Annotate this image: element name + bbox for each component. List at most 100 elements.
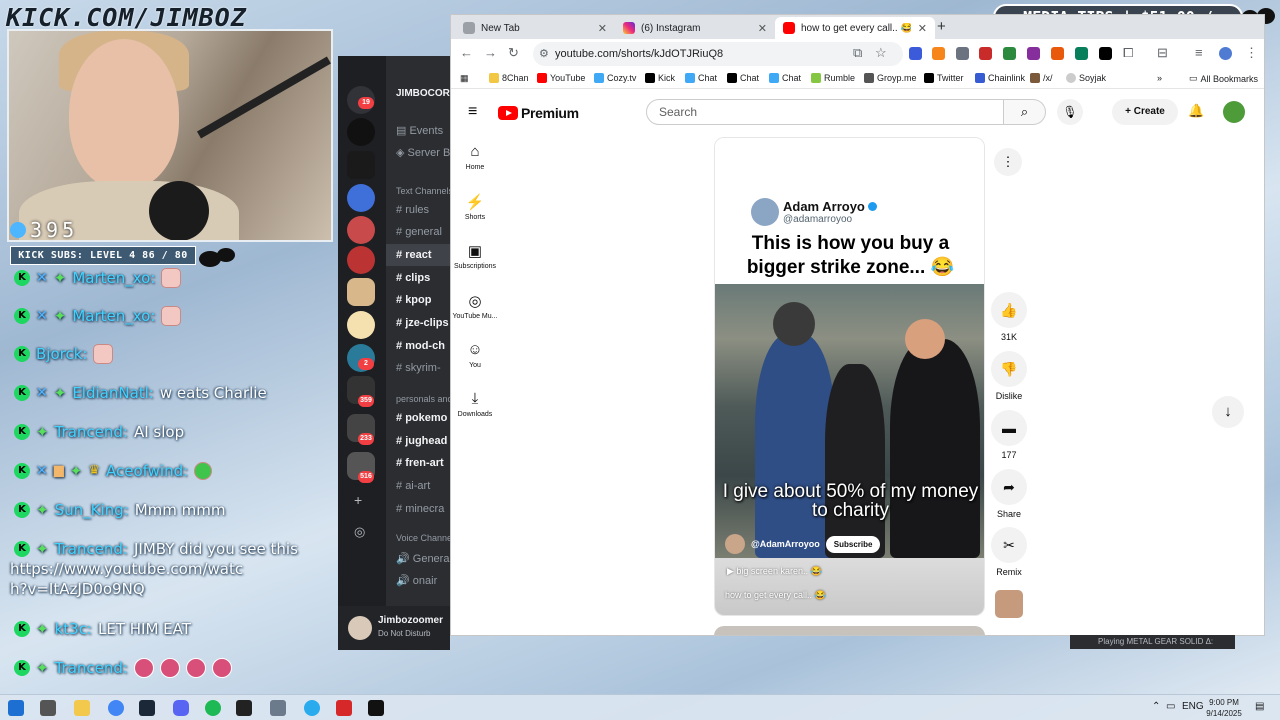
bookmark-kick[interactable]: Kick: [645, 73, 675, 83]
channel-avatar[interactable]: [725, 534, 745, 554]
bookmark-x[interactable]: /x/: [1030, 73, 1053, 83]
server-icon[interactable]: [347, 278, 375, 306]
spotify-icon[interactable]: [205, 700, 221, 716]
avatar[interactable]: [348, 616, 372, 640]
chat-link[interactable]: https://www.youtube.com/watch?v=ItAzJD0o…: [10, 559, 250, 599]
server-icon[interactable]: [347, 311, 375, 339]
channel-mod-ch[interactable]: # mod-ch: [396, 340, 445, 352]
server-icon[interactable]: [347, 216, 375, 244]
subscribe-button[interactable]: Subscribe: [825, 535, 881, 553]
create-button[interactable]: + Create: [1112, 99, 1178, 125]
channel-pokemon[interactable]: # pokemo: [396, 412, 447, 424]
forward-arrow-icon[interactable]: →: [484, 45, 497, 60]
sidebar-item-you[interactable]: ☺ You: [451, 341, 499, 369]
youtube-logo[interactable]: Premium: [498, 105, 579, 121]
bookmark-chainlink[interactable]: Chainlink: [975, 73, 1025, 83]
profile-avatar[interactable]: [1219, 47, 1232, 60]
comments-button[interactable]: ▬ 177: [987, 410, 1031, 460]
chat-username[interactable]: Bjorck:: [36, 344, 87, 364]
sound-link[interactable]: ▶ big screen karen.. 😂: [727, 566, 822, 577]
start-icon[interactable]: [8, 700, 24, 716]
search-icon[interactable]: ⌕: [1004, 99, 1046, 125]
voice-channel-general[interactable]: 🔊 General: [396, 552, 450, 565]
hamburger-menu-icon[interactable]: ≡: [468, 103, 477, 121]
extension-icon[interactable]: [1051, 47, 1064, 60]
sidebar-item-shorts[interactable]: ⚡ Shorts: [451, 193, 499, 221]
short-video-player[interactable]: Adam Arroyo @adamarroyoo This is how you…: [714, 137, 985, 616]
add-server-icon[interactable]: +: [354, 492, 362, 508]
bookmark-star-icon[interactable]: ☆: [875, 45, 887, 61]
more-options-icon[interactable]: ⋮: [994, 148, 1022, 176]
bookmark-twitter[interactable]: Twitter: [924, 73, 964, 83]
avatar[interactable]: [1223, 101, 1245, 123]
channel-jughead[interactable]: # jughead: [396, 435, 447, 447]
apps-grid-icon[interactable]: ▦: [460, 73, 469, 84]
channel-jze-clips[interactable]: # jze-clips: [396, 317, 449, 329]
bookmark-groyp[interactable]: Groyp.me: [864, 73, 917, 83]
notifications-icon[interactable]: ▤: [1255, 701, 1264, 712]
bookmark-chat[interactable]: Chat: [769, 73, 801, 83]
x-icon[interactable]: [1099, 47, 1112, 60]
app-icon[interactable]: [270, 700, 286, 716]
kick-server-icon[interactable]: [347, 151, 375, 179]
channel-server-boosts[interactable]: ◈ Server B: [396, 146, 450, 159]
channel-minecraft[interactable]: # minecra: [396, 503, 444, 515]
app-icon[interactable]: [336, 700, 352, 716]
task-view-icon[interactable]: [40, 700, 56, 716]
next-short-arrow-icon[interactable]: ↓: [1212, 396, 1244, 428]
bookmark-8chan[interactable]: 8Chan: [489, 73, 529, 83]
extension-icon[interactable]: [1075, 47, 1088, 60]
tab-instagram[interactable]: (6) Instagram ✕: [615, 17, 775, 39]
reading-list-icon[interactable]: ≡: [1195, 45, 1203, 60]
voice-channel-onair[interactable]: 🔊 onair: [396, 574, 437, 587]
bookmark-soyjak[interactable]: Soyjak: [1066, 73, 1106, 83]
channel-skyrim[interactable]: # skyrim-: [396, 362, 441, 374]
extension-icon[interactable]: [1027, 47, 1040, 60]
like-button[interactable]: 👍 31K: [987, 292, 1031, 342]
metamask-icon[interactable]: [932, 47, 945, 60]
close-icon[interactable]: ✕: [918, 22, 927, 35]
sidebar-item-downloads[interactable]: ⤓ Downloads: [451, 390, 499, 418]
explore-servers-icon[interactable]: ◎: [354, 524, 365, 540]
bookmark-chat[interactable]: Chat: [727, 73, 759, 83]
tab-youtube[interactable]: how to get every call.. 😂 ✕: [775, 17, 935, 39]
app-icon[interactable]: [368, 700, 384, 716]
channel-kpop[interactable]: # kpop: [396, 294, 431, 306]
app-icon[interactable]: [236, 700, 252, 716]
channel-ai-art[interactable]: # ai-art: [396, 480, 430, 492]
share-button[interactable]: ➦ Share: [987, 469, 1031, 519]
address-bar[interactable]: ⚙ youtube.com/shorts/kJdOTJRiuQ8: [533, 42, 903, 66]
remix-button[interactable]: ✂ Remix: [987, 527, 1031, 577]
server-name[interactable]: JIMBOCORE: [396, 88, 450, 99]
discord-icon[interactable]: [173, 700, 189, 716]
sidebar-item-youtube-music[interactable]: ◎ YouTube Mu...: [451, 292, 499, 320]
category-personals[interactable]: personals anc: [396, 394, 450, 404]
split-view-icon[interactable]: ⊟: [1157, 45, 1168, 61]
dislike-button[interactable]: 👎 Dislike: [987, 351, 1031, 401]
close-icon[interactable]: ✕: [598, 22, 607, 35]
bookmark-chat[interactable]: Chat: [685, 73, 717, 83]
channel-events[interactable]: ▤ Events: [396, 124, 443, 137]
tab-new-tab[interactable]: New Tab ✕: [455, 17, 615, 39]
search-input[interactable]: Search: [646, 99, 1004, 125]
bookmark-rumble[interactable]: Rumble: [811, 73, 855, 83]
channel-fren-art[interactable]: # fren-art: [396, 457, 444, 469]
clock[interactable]: 9:00 PM 9/14/2025: [1200, 697, 1248, 719]
chat-username[interactable]: Aceofwind:: [106, 461, 188, 481]
server-icon[interactable]: [347, 118, 375, 146]
tray-chevron-icon[interactable]: ⌃: [1152, 701, 1160, 712]
channel-rules[interactable]: # rules: [396, 204, 429, 216]
install-app-icon[interactable]: ⧉: [853, 45, 862, 61]
sidebar-item-subscriptions[interactable]: ▣ Subscriptions: [451, 242, 499, 270]
chat-username[interactable]: Trancend:: [55, 658, 128, 678]
file-explorer-icon[interactable]: [74, 700, 90, 716]
server-icon[interactable]: [347, 246, 375, 274]
channel-react[interactable]: # react: [396, 249, 431, 261]
network-icon[interactable]: ▭: [1166, 701, 1175, 712]
short-title[interactable]: how to get every call.. 😂: [725, 590, 826, 601]
next-short-preview[interactable]: [714, 626, 985, 635]
chat-username[interactable]: EldianNatl:: [72, 383, 154, 403]
chat-username[interactable]: Trancend:: [55, 422, 128, 442]
site-info-icon[interactable]: ⚙: [539, 42, 549, 66]
close-icon[interactable]: ✕: [758, 22, 767, 35]
